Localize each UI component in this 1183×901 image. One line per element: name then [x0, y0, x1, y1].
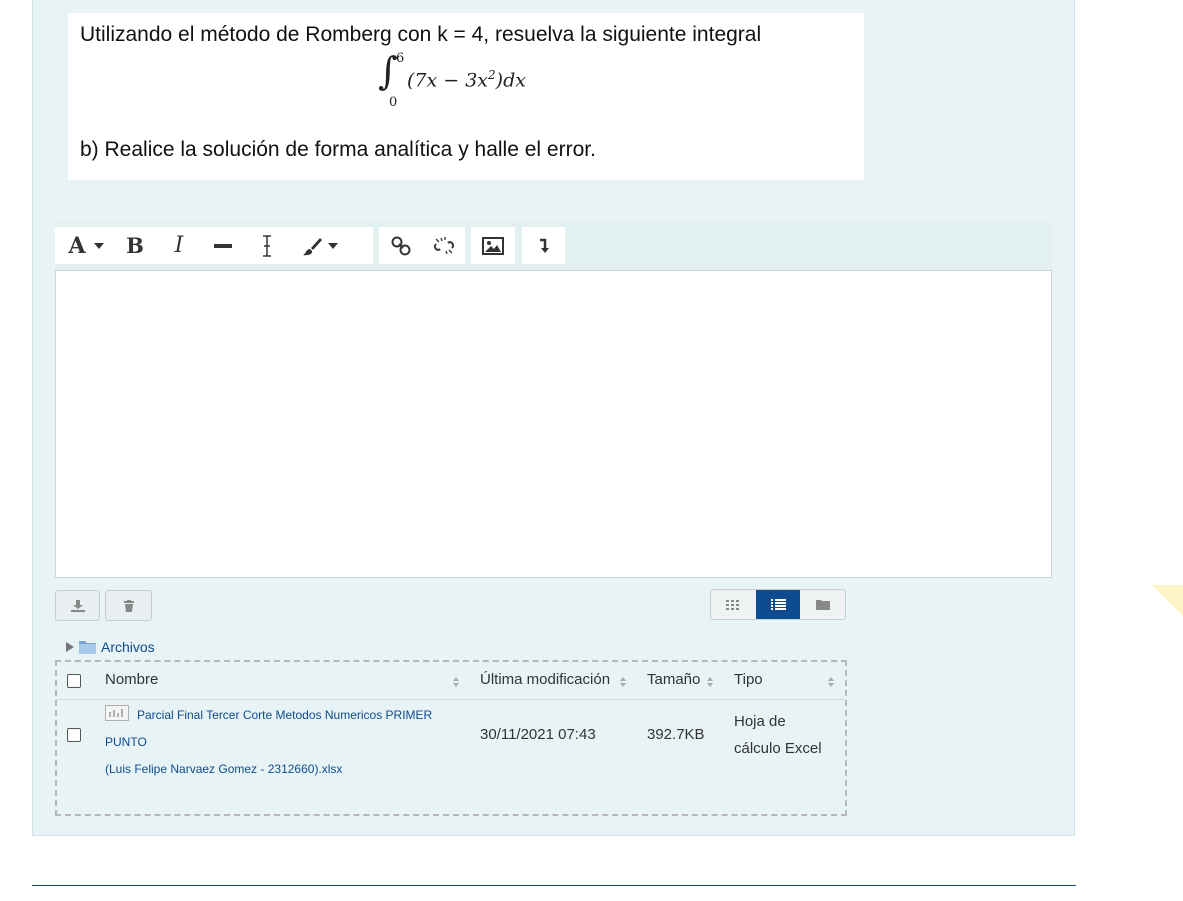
strikethrough-icon — [214, 243, 232, 248]
file-modified-date: 30/11/2021 07:43 — [480, 726, 596, 743]
insert-below-icon — [539, 238, 549, 253]
file-type: Hoja de cálculo Excel — [734, 713, 822, 757]
link-button[interactable] — [379, 227, 422, 264]
upper-limit: 6 — [396, 51, 405, 66]
question-prompt: Utilizando el método de Romberg con k = … — [80, 23, 762, 46]
answer-editor[interactable] — [55, 270, 1052, 578]
breadcrumb-folder-link[interactable]: Archivos — [101, 639, 155, 655]
footer-divider — [32, 885, 1076, 886]
lower-limit: 0 — [389, 95, 398, 110]
folder-icon — [79, 641, 96, 654]
file-name-link[interactable]: Parcial Final Tercer Corte Metodos Numer… — [105, 702, 465, 783]
row-checkbox[interactable] — [67, 728, 81, 742]
sort-icon — [453, 677, 459, 687]
italic-icon: I — [174, 233, 184, 258]
question-text: Utilizando el método de Romberg con k = … — [68, 13, 864, 180]
view-switcher — [710, 589, 846, 620]
file-table-header: Nombre Última modificación Tamaño Tipo — [57, 662, 845, 700]
grid-icon — [726, 599, 740, 610]
tree-view-button[interactable] — [800, 590, 845, 619]
image-button[interactable] — [471, 227, 515, 264]
chevron-down-icon — [93, 242, 104, 249]
font-size-button[interactable]: A — [55, 227, 117, 264]
question-part-b: b) Realice la solución de forma analític… — [80, 138, 596, 161]
chevron-down-icon — [328, 242, 338, 249]
add-file-button[interactable] — [55, 590, 100, 621]
highlight-corner — [1152, 585, 1183, 616]
column-header-modified[interactable]: Última modificación — [480, 671, 610, 688]
unlink-icon — [433, 236, 454, 254]
sort-icon — [620, 677, 626, 687]
strikethrough-button[interactable] — [211, 227, 235, 264]
select-all-checkbox[interactable] — [67, 674, 81, 688]
sort-icon — [707, 677, 713, 687]
integral-sign: ∫ — [378, 49, 398, 93]
file-size: 392.7KB — [647, 726, 705, 743]
italic-button[interactable]: I — [167, 227, 191, 264]
toolbar-group-media — [471, 227, 515, 264]
paint-brush-icon — [303, 237, 322, 255]
trash-icon — [123, 599, 134, 612]
toolbar-group-more — [522, 227, 565, 264]
clear-format-button[interactable] — [255, 227, 279, 264]
image-icon — [482, 236, 504, 255]
icon-view-button[interactable] — [711, 590, 756, 619]
file-list: Nombre Última modificación Tamaño Tipo P… — [55, 660, 847, 816]
expand-arrow-icon[interactable] — [66, 642, 74, 652]
unlink-button[interactable] — [422, 227, 465, 264]
toolbar-group-format: A B I — [55, 227, 373, 264]
list-view-button[interactable] — [755, 590, 801, 619]
bold-button[interactable]: B — [123, 227, 147, 264]
text-color-button[interactable] — [295, 227, 345, 264]
toolbar-group-links — [379, 227, 465, 264]
editor-toolbar: A B I — [55, 222, 1052, 270]
show-more-button[interactable] — [522, 227, 565, 264]
clear-format-icon — [263, 234, 271, 257]
column-header-size[interactable]: Tamaño — [647, 671, 700, 688]
list-icon — [770, 599, 786, 610]
spreadsheet-file-icon — [105, 705, 129, 721]
breadcrumb: Archivos — [66, 637, 155, 657]
column-header-type[interactable]: Tipo — [734, 671, 763, 688]
delete-button[interactable] — [105, 590, 152, 621]
bold-icon: B — [126, 233, 144, 258]
folder-icon — [815, 600, 830, 610]
font-size-icon: A — [68, 232, 86, 259]
sort-icon — [828, 677, 834, 687]
integrand: (7x − 3x2)dx — [407, 68, 526, 92]
column-header-name[interactable]: Nombre — [105, 671, 158, 688]
download-icon — [70, 599, 85, 612]
link-icon — [391, 236, 410, 255]
